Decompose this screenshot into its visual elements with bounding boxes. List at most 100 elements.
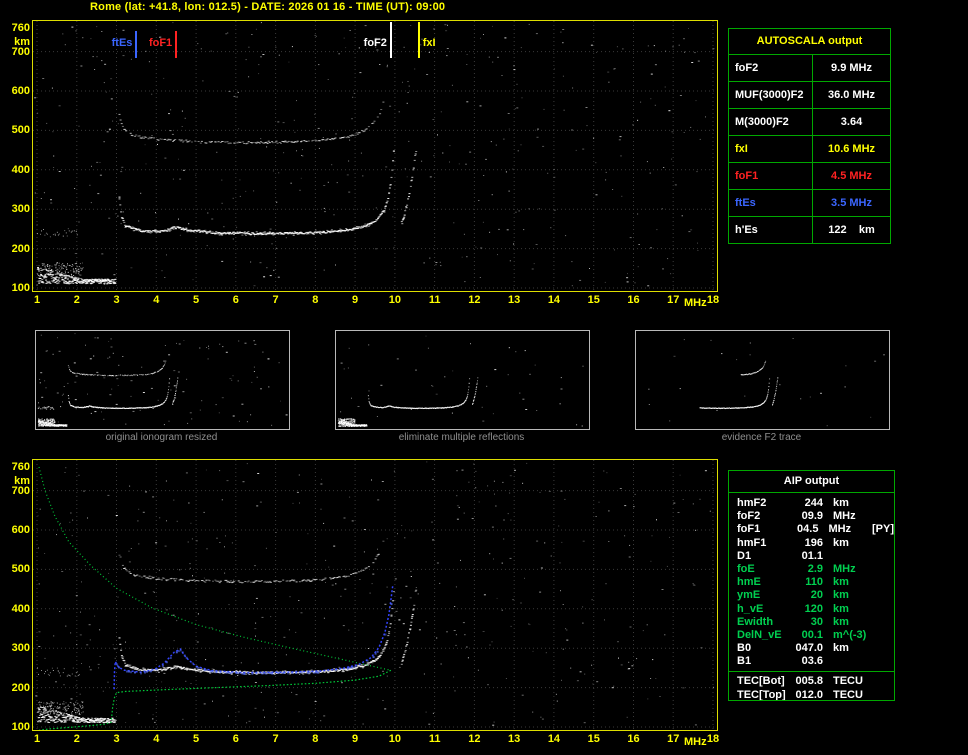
y-tick-400: 400 (11, 163, 30, 176)
aip-row-Ewidth: Ewidth 30 km (729, 616, 894, 629)
aip-row-unit: km (833, 497, 849, 509)
station-date-title: Rome (lat: +41.8, lon: 012.5) - DATE: 20… (90, 1, 446, 13)
x-tick-14: 14 (547, 294, 561, 306)
legend-line-foF1 (175, 31, 178, 58)
aip-row-value: 110 (805, 576, 823, 589)
x-tick-9: 9 (352, 733, 359, 745)
y-tick-500: 500 (11, 124, 30, 137)
aip-table-title: AIP output (729, 471, 894, 493)
aip-row-name: foF1 (737, 523, 761, 536)
legend-label-foF2: foF2 (363, 37, 387, 49)
aip-row-h_vE: h_vE 120 km (729, 603, 894, 616)
aip-row-value: 01.1 (801, 549, 823, 562)
x-tick-11: 11 (428, 294, 441, 306)
x-tick-7: 7 (272, 294, 279, 306)
aip-row-unit: MHz (833, 510, 856, 523)
aip-row-name: foF2 (737, 510, 761, 523)
x-tick-8: 8 (312, 733, 319, 745)
y-tick-400: 400 (11, 602, 30, 615)
ionogram-bottom-canvas (32, 459, 718, 731)
thumbnail-3-canvas (648, 338, 885, 427)
autoscala-row-label: h'Es (729, 217, 813, 243)
aip-row-name: ymE (737, 589, 761, 602)
aip-row-value: 2.9 (807, 562, 823, 575)
legend-line-foF2 (389, 22, 392, 58)
x-tick-3: 3 (113, 733, 120, 745)
aip-row-unit: km (833, 589, 849, 602)
aip-row-unit (823, 655, 879, 668)
autoscala-table-title: AUTOSCALA output (729, 29, 890, 55)
autoscala-row-label: foF2 (729, 55, 813, 81)
aip-row-TEC[Bot]: TEC[Bot] 005.8 TECU (729, 675, 894, 688)
x-tick-10: 10 (388, 294, 401, 306)
thumbnail-f2-trace (635, 330, 890, 430)
legend-label-ftEs: ftEs (111, 37, 133, 49)
x-tick-8: 8 (312, 294, 319, 306)
autoscala-row-MUF(3000)F2: MUF(3000)F2 36.0 MHz (729, 82, 890, 109)
aip-row-name: foE (737, 562, 755, 575)
y-tick-200: 200 (11, 242, 30, 255)
x-tick-9: 9 (352, 294, 359, 306)
aip-row-hmF1: hmF1 196 km (729, 537, 894, 550)
autoscala-output-table: AUTOSCALA output foF2 9.9 MHz MUF(3000)F2 3… (728, 28, 891, 244)
aip-row-unit: km (833, 602, 849, 615)
y-tick-100: 100 (11, 282, 30, 294)
aip-row-unit: TECU (833, 688, 863, 701)
aip-row-name: TEC[Bot] (737, 675, 785, 688)
x-tick-17: 17 (667, 294, 680, 306)
y-tick-100: 100 (11, 721, 30, 733)
aip-row-unit: km (833, 615, 849, 628)
x-tick-15: 15 (587, 294, 600, 306)
aip-row-unit: m^(-3) (833, 628, 867, 641)
x-tick-1: 1 (33, 294, 41, 306)
autoscala-row-label: foF1 (729, 163, 813, 189)
y-tick-700: 700 (11, 484, 30, 497)
x-tick-10: 10 (388, 733, 401, 745)
aip-row-unit: TECU (833, 675, 863, 688)
aip-row-name: B0 (737, 642, 752, 655)
thumbnail-caption-1: original ionogram resized (105, 432, 218, 443)
aip-row-B1: B1 03.6 (729, 655, 894, 668)
aip-row-D1: D1 01.1 (729, 550, 894, 563)
aip-row-unit: km (833, 576, 849, 589)
aip-row-B0: B0 047.0 km (729, 642, 894, 655)
x-tick-12: 12 (468, 733, 481, 745)
x-tick-16: 16 (627, 294, 640, 306)
thumbnail-caption-2: eliminate multiple reflections (398, 432, 525, 443)
aip-row-foF2: foF2 09.9 MHz (729, 510, 894, 523)
legend-line-fxI (417, 22, 420, 58)
aip-row-name: B1 (737, 655, 752, 668)
aip-table-rows: hmF2 244 km foF2 09.9 MHz foF1 04.5 MHz [PY] hmF1 1… (729, 497, 894, 701)
aip-row-TEC[Top]: TEC[Top] 012.0 TECU (729, 688, 894, 701)
autoscala-row-value: 10.6 MHz (827, 143, 876, 155)
legend-label-foF1: foF1 (148, 37, 173, 49)
x-tick-4: 4 (153, 733, 160, 745)
thumbnail-1-canvas (37, 333, 288, 427)
x-tick-6: 6 (232, 294, 239, 306)
x-tick-4: 4 (153, 294, 160, 306)
aip-row-foF1: foF1 04.5 MHz [PY] (729, 523, 894, 536)
y-tick-300: 300 (11, 642, 30, 655)
x-tick-5: 5 (192, 294, 200, 306)
x-tick-1: 1 (33, 733, 41, 745)
aip-row-value: 20 (810, 589, 823, 602)
aip-row-note: [PY] (872, 523, 895, 536)
aip-row-DelN_vE: DelN_vE 00.1 m^(-3) (729, 629, 894, 642)
x-tick-11: 11 (428, 733, 441, 745)
aip-row-name: D1 (737, 549, 752, 562)
aip-row-unit: km (833, 642, 849, 655)
aip-separator (729, 671, 894, 673)
aip-row-name: DelN_vE (737, 628, 782, 641)
autoscala-row-h'Es: h'Es 122 km (729, 217, 890, 243)
autoscala-row-value: 3.64 (840, 116, 863, 128)
x-tick-16: 16 (627, 733, 640, 745)
autoscala-row-foF2: foF2 9.9 MHz (729, 55, 890, 82)
autoscala-row-ftEs: ftEs 3.5 MHz (729, 190, 890, 217)
y-tick-760: 760 (11, 461, 30, 473)
aip-row-unit: km (833, 536, 849, 549)
aip-row-value: 196 (804, 536, 823, 549)
autoscala-row-value: 36.0 MHz (827, 89, 876, 101)
aip-row-name: h_vE (737, 602, 764, 615)
autoscala-row-M(3000)F2: M(3000)F2 3.64 (729, 109, 890, 136)
autoscala-row-label: M(3000)F2 (729, 109, 813, 135)
